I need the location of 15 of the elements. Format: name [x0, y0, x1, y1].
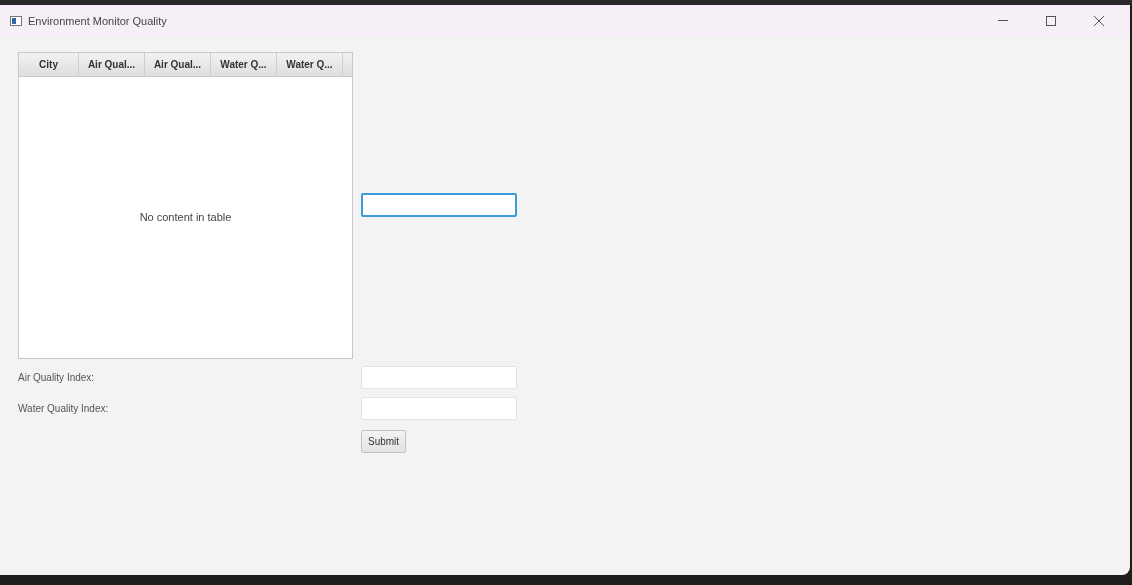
- window-title: Environment Monitor Quality: [28, 13, 167, 29]
- column-header[interactable]: Water Q...: [277, 53, 343, 76]
- field-label: Water Quality Index:: [18, 402, 110, 416]
- maximize-icon: [1046, 16, 1056, 26]
- submit-button[interactable]: Submit: [361, 430, 407, 453]
- app-icon: [10, 16, 22, 26]
- field-label: Air Quality Index:: [18, 371, 96, 385]
- column-header[interactable]: Water Q...: [211, 53, 277, 76]
- minimize-icon: [998, 20, 1008, 22]
- column-header[interactable]: Air Qual...: [79, 53, 145, 76]
- text-field[interactable]: [361, 193, 517, 217]
- close-icon: [1094, 16, 1104, 26]
- column-header[interactable]: City: [19, 53, 79, 76]
- empty-table-message: No content in table: [139, 210, 232, 226]
- column-header[interactable]: Air Qual...: [145, 53, 211, 76]
